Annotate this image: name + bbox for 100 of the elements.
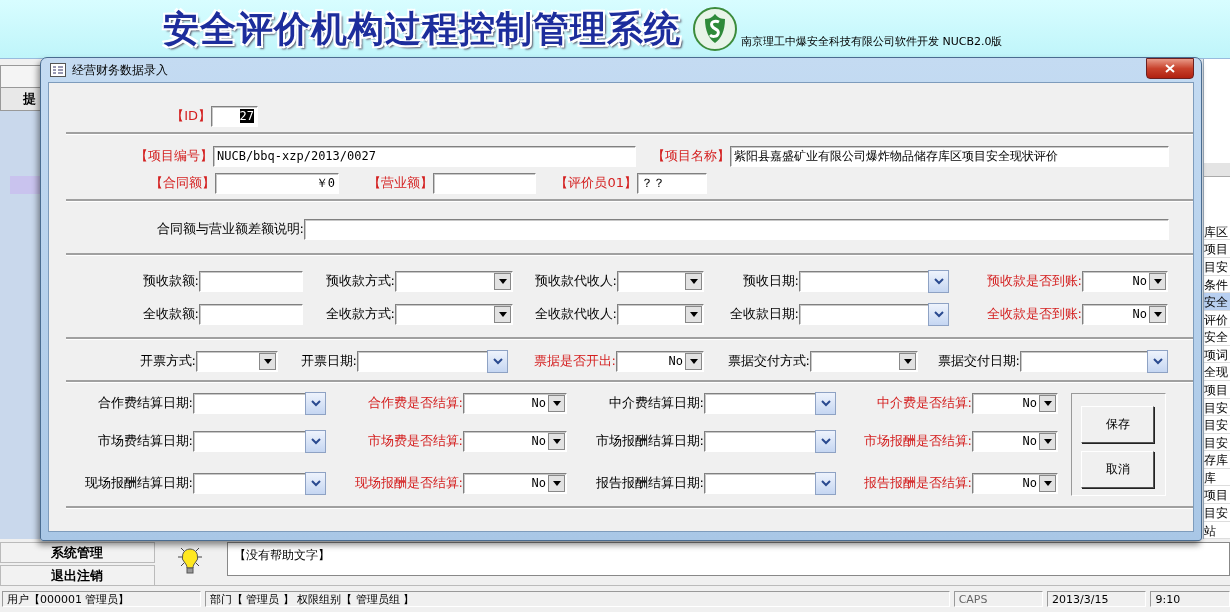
date-field[interactable] [704, 472, 836, 494]
date-field[interactable] [704, 430, 836, 452]
caret-icon [498, 311, 507, 317]
dropdown-field[interactable]: No [972, 430, 1058, 452]
field-label: 全收款代收人: [533, 305, 617, 323]
caret-icon [1043, 438, 1052, 444]
dropdown-button[interactable] [548, 474, 565, 492]
caret-icon [689, 278, 698, 284]
dropdown-field[interactable]: No [463, 430, 567, 452]
text-field[interactable] [304, 218, 1169, 240]
app-title: 安全评价机构过程控制管理系统 [163, 6, 681, 51]
dropdown-field[interactable]: No [463, 472, 567, 494]
chevron-icon [933, 310, 944, 318]
dropdown-button[interactable] [548, 432, 565, 450]
close-icon [1165, 63, 1175, 73]
dropdown-button[interactable] [685, 272, 702, 290]
date-field[interactable] [799, 303, 949, 325]
calendar-button[interactable] [928, 302, 949, 326]
dropdown-button[interactable] [1039, 394, 1056, 412]
caret-icon [903, 358, 912, 364]
calendar-button[interactable] [1147, 349, 1168, 373]
list-item[interactable]: 存库 [1204, 451, 1230, 469]
chevron-icon [1152, 357, 1163, 365]
dropdown-field[interactable] [810, 350, 918, 372]
calendar-button[interactable] [305, 429, 326, 453]
dropdown-field[interactable]: No [1082, 270, 1168, 292]
dropdown-field[interactable] [395, 303, 513, 325]
dropdown-field[interactable]: No [972, 472, 1058, 494]
chevron-icon [933, 277, 944, 285]
dropdown-field[interactable] [395, 270, 513, 292]
dropdown-field[interactable]: No [616, 350, 704, 372]
dialog-button[interactable]: 保存 [1081, 406, 1154, 443]
text-field[interactable]: 27 [211, 105, 258, 127]
date-field[interactable] [357, 350, 508, 372]
field-label: 开票日期: [299, 352, 357, 370]
field-label: 全收款额: [141, 305, 199, 323]
dropdown-button[interactable] [548, 394, 565, 412]
list-item[interactable]: 目安 [1204, 416, 1230, 434]
dropdown-field[interactable]: No [1082, 303, 1168, 325]
menu-button[interactable]: 系统管理 [0, 542, 155, 564]
calendar-button[interactable] [487, 349, 508, 373]
dropdown-field[interactable]: No [972, 392, 1058, 414]
dropdown-button[interactable] [259, 352, 276, 370]
field-label: 票据交付日期: [936, 352, 1020, 370]
text-field[interactable] [199, 303, 303, 325]
list-item[interactable]: 站 [1204, 521, 1230, 540]
dropdown-button[interactable] [685, 305, 702, 323]
list-item[interactable]: 安全 [1204, 328, 1230, 346]
dropdown-button[interactable] [899, 352, 916, 370]
dropdown-field[interactable] [617, 270, 704, 292]
dropdown-button[interactable] [1039, 432, 1056, 450]
text-field[interactable]: ￥0 [215, 172, 339, 194]
text-field[interactable] [433, 172, 536, 194]
dropdown-field[interactable]: No [463, 392, 567, 414]
calendar-button[interactable] [305, 471, 326, 495]
dropdown-field[interactable] [617, 303, 704, 325]
dropdown-button[interactable] [1149, 272, 1166, 290]
date-field[interactable] [799, 270, 949, 292]
dialog-title: 经营财务数据录入 [72, 61, 168, 79]
calendar-button[interactable] [815, 471, 836, 495]
dropdown-button[interactable] [494, 305, 511, 323]
date-field[interactable] [193, 472, 326, 494]
menu-button[interactable]: 退出注销 [0, 565, 155, 587]
status-text: CAPS [953, 591, 1044, 608]
list-item[interactable]: 目安 [1204, 504, 1230, 522]
list-item[interactable]: 评价 [1204, 310, 1230, 329]
list-item[interactable]: 项目 [1204, 240, 1230, 258]
date-field[interactable] [704, 392, 836, 414]
field-label: 【项目编号】 [134, 147, 213, 165]
list-item[interactable]: 库 [1204, 468, 1230, 487]
list-item[interactable]: 目安 [1204, 257, 1230, 276]
list-item[interactable]: 目安 [1204, 398, 1230, 417]
date-field[interactable] [1020, 350, 1168, 372]
list-item[interactable]: 项目 [1204, 486, 1230, 505]
dropdown-button[interactable] [685, 352, 702, 370]
list-item[interactable]: 安全 [1204, 293, 1230, 311]
list-item[interactable]: 项词 [1204, 345, 1230, 364]
dropdown-button[interactable] [1149, 305, 1166, 323]
dialog-button[interactable]: 取消 [1081, 451, 1154, 488]
list-item[interactable]: 项目 [1204, 381, 1230, 399]
calendar-button[interactable] [305, 391, 326, 415]
text-field[interactable] [199, 270, 303, 292]
list-item[interactable]: 目安 [1204, 433, 1230, 452]
field-label: 现场报酬是否结算: [353, 474, 463, 492]
date-field[interactable] [193, 430, 326, 452]
dropdown-button[interactable] [1039, 474, 1056, 492]
close-button[interactable] [1146, 57, 1194, 79]
text-field[interactable]: 紫阳县嘉盛矿业有限公司爆炸物品储存库区项目安全现状评价 [730, 145, 1169, 167]
calendar-button[interactable] [815, 429, 836, 453]
caret-icon [1043, 400, 1052, 406]
list-item[interactable]: 库区 [1204, 222, 1230, 241]
list-item[interactable]: 全现 [1204, 363, 1230, 381]
dropdown-field[interactable] [196, 350, 278, 372]
text-field[interactable]: ？？ [637, 172, 707, 194]
text-field[interactable]: NUCB/bbq-xzp/2013/0027 [213, 145, 636, 167]
calendar-button[interactable] [928, 269, 949, 293]
calendar-button[interactable] [815, 391, 836, 415]
field-label: 现场报酬结算日期: [83, 474, 193, 492]
date-field[interactable] [193, 392, 326, 414]
dropdown-button[interactable] [494, 272, 511, 290]
